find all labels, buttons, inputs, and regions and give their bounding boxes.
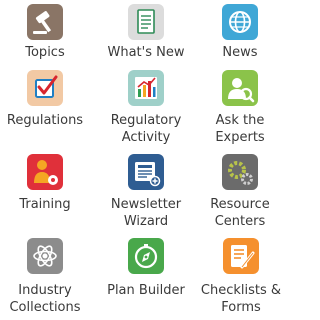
tile-checklists-forms[interactable]: Checklists & Forms (199, 236, 283, 318)
tile-training-label: Training (19, 197, 71, 212)
tile-resource-centers[interactable]: Resource Centers (200, 152, 280, 232)
tile-industry-collections-label: Industry Collections (9, 283, 81, 315)
tile-resource-centers-label: Resource Centers (210, 197, 270, 229)
expert-search-icon (222, 70, 258, 106)
app-grid: Topics What's New News Regulations Regul… (0, 0, 298, 320)
tile-ask-the-experts[interactable]: Ask the Experts (200, 68, 280, 148)
checklist-edit-icon (223, 238, 259, 274)
tile-whats-new-label: What's New (107, 45, 185, 60)
globe-icon (222, 4, 258, 40)
bar-chart-icon (128, 70, 164, 106)
tile-industry-collections[interactable]: Industry Collections (5, 236, 85, 318)
tile-checklists-forms-label: Checklists & Forms (200, 283, 282, 315)
atom-icon (27, 238, 63, 274)
tile-plan-builder-label: Plan Builder (107, 283, 185, 298)
tile-regulatory-activity[interactable]: Regulatory Activity (106, 68, 186, 148)
trainee-gear-icon (27, 154, 63, 190)
gavel-icon (27, 4, 63, 40)
tile-regulations[interactable]: Regulations (5, 68, 85, 148)
tile-topics[interactable]: Topics (5, 0, 85, 66)
compass-icon (128, 238, 164, 274)
tile-news[interactable]: News (200, 0, 280, 66)
tile-news-label: News (222, 45, 258, 60)
newsletter-icon (128, 154, 164, 190)
tile-ask-the-experts-label: Ask the Experts (215, 113, 265, 145)
document-icon (128, 4, 164, 40)
checkbox-icon (27, 70, 63, 106)
tile-training[interactable]: Training (5, 152, 85, 218)
tile-regulations-label: Regulations (6, 113, 84, 128)
tile-whats-new[interactable]: What's New (106, 0, 186, 66)
tile-plan-builder[interactable]: Plan Builder (106, 236, 186, 302)
gears-icon (222, 154, 258, 190)
tile-regulatory-activity-label: Regulatory Activity (110, 113, 182, 145)
tile-newsletter-wizard-label: Newsletter Wizard (110, 197, 182, 229)
tile-newsletter-wizard[interactable]: Newsletter Wizard (106, 152, 186, 232)
tile-topics-label: Topics (25, 45, 65, 60)
